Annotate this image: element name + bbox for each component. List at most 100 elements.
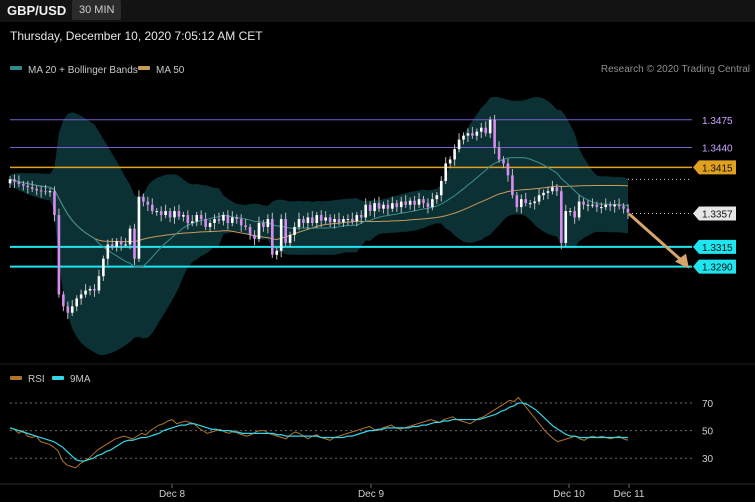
candle-body bbox=[257, 223, 261, 239]
x-axis: Dec 8 Dec 9 Dec 10 Dec 11 bbox=[0, 483, 755, 500]
candle-body bbox=[311, 217, 314, 223]
candle-body bbox=[110, 244, 114, 247]
candle-body bbox=[159, 211, 163, 216]
candle-body bbox=[497, 147, 501, 160]
candle-body bbox=[600, 207, 603, 209]
candle-body bbox=[511, 175, 514, 196]
candle-body bbox=[195, 215, 199, 222]
price-plot: 1.3475 1.3440 1.3415 1.3357 1.3315 1.3290 bbox=[8, 96, 736, 356]
candle-body bbox=[102, 258, 105, 277]
candle-body bbox=[306, 217, 310, 223]
candle-body bbox=[560, 191, 563, 243]
candle-body bbox=[333, 219, 336, 223]
candle-body bbox=[213, 219, 216, 223]
candle-body bbox=[88, 288, 92, 291]
candle-body bbox=[551, 187, 554, 192]
candle-body bbox=[137, 196, 141, 259]
candle-body bbox=[190, 221, 194, 223]
candle-body bbox=[324, 217, 327, 221]
candle-body bbox=[266, 219, 270, 227]
candle-body bbox=[275, 250, 279, 255]
ma20-legend-swatch bbox=[10, 66, 22, 70]
candle-body bbox=[608, 204, 612, 207]
candle-body bbox=[328, 217, 332, 223]
candle-body bbox=[235, 217, 239, 220]
candle-body bbox=[226, 215, 230, 223]
candle-body bbox=[439, 180, 443, 196]
candle-body bbox=[17, 181, 21, 185]
candle-body bbox=[284, 219, 287, 243]
candle-body bbox=[70, 306, 74, 313]
candle-body bbox=[422, 199, 425, 204]
x-tick-label: Dec 8 bbox=[159, 489, 186, 500]
candle-body bbox=[315, 215, 319, 223]
candle-body bbox=[595, 204, 599, 208]
candle-body bbox=[386, 204, 390, 209]
candle-body bbox=[408, 200, 412, 205]
candle-body bbox=[435, 195, 439, 200]
candle-body bbox=[586, 204, 590, 206]
candle-body bbox=[75, 298, 78, 307]
candle-body bbox=[444, 163, 448, 181]
rsi-plot: 70 50 30 bbox=[9, 396, 714, 469]
candle-body bbox=[382, 204, 385, 209]
candle-body bbox=[279, 219, 283, 251]
rsi-legend: RSI 9MA bbox=[10, 374, 91, 385]
candle-body bbox=[57, 215, 61, 295]
candle-body bbox=[533, 201, 536, 204]
candle-body bbox=[342, 219, 345, 223]
level-label: 1.3440 bbox=[702, 144, 733, 155]
candle-body bbox=[133, 228, 136, 259]
candle-body bbox=[106, 244, 110, 259]
candle-body bbox=[119, 241, 123, 245]
rsi-legend-label: RSI bbox=[28, 374, 45, 385]
candle-body bbox=[448, 159, 452, 164]
candle-body bbox=[582, 201, 585, 205]
candle-body bbox=[8, 179, 12, 184]
candle-body bbox=[528, 203, 532, 205]
price-chart[interactable]: MA 20 + Bollinger Bands MA 50 1.34751.34… bbox=[0, 0, 755, 502]
candle-body bbox=[208, 223, 212, 227]
candle-body bbox=[568, 211, 572, 213]
level-label: 1.3290 bbox=[702, 263, 733, 274]
candle-body bbox=[44, 191, 47, 193]
candle-body bbox=[573, 211, 576, 218]
candle-body bbox=[177, 211, 181, 217]
candle-body bbox=[617, 204, 621, 207]
candle-body bbox=[13, 179, 16, 182]
candle-body bbox=[142, 196, 145, 202]
rsi-line bbox=[9, 396, 629, 469]
candle-body bbox=[626, 208, 630, 213]
candle-body bbox=[39, 190, 43, 192]
candle-body bbox=[248, 226, 252, 235]
candle-body bbox=[319, 215, 323, 221]
candle-body bbox=[182, 215, 185, 217]
candle-body bbox=[217, 219, 221, 221]
candle-body bbox=[413, 200, 416, 205]
candle-body bbox=[231, 217, 234, 223]
rsi-tick-label: 70 bbox=[702, 399, 714, 410]
candle-body bbox=[253, 234, 256, 239]
candle-body bbox=[35, 188, 38, 191]
level-label: 1.3357 bbox=[702, 209, 733, 220]
candle-body bbox=[124, 244, 127, 246]
candle-body bbox=[302, 219, 305, 223]
candle-body bbox=[466, 133, 470, 136]
candle-body bbox=[519, 199, 523, 208]
ma20-legend-label: MA 20 + Bollinger Bands bbox=[28, 65, 138, 76]
candle-body bbox=[622, 206, 625, 209]
candle-body bbox=[604, 204, 608, 208]
candle-body bbox=[351, 219, 354, 222]
candle-body bbox=[22, 184, 25, 186]
candle-body bbox=[395, 203, 399, 208]
candle-body bbox=[271, 219, 274, 255]
candle-body bbox=[404, 201, 407, 205]
candle-body bbox=[337, 219, 341, 223]
candle-body bbox=[368, 204, 372, 212]
level-label: 1.3475 bbox=[702, 116, 733, 127]
candle-body bbox=[462, 135, 465, 140]
candle-body bbox=[53, 191, 56, 216]
candle-body bbox=[164, 211, 167, 216]
candle-body bbox=[79, 294, 83, 299]
x-tick-label: Dec 9 bbox=[358, 489, 385, 500]
